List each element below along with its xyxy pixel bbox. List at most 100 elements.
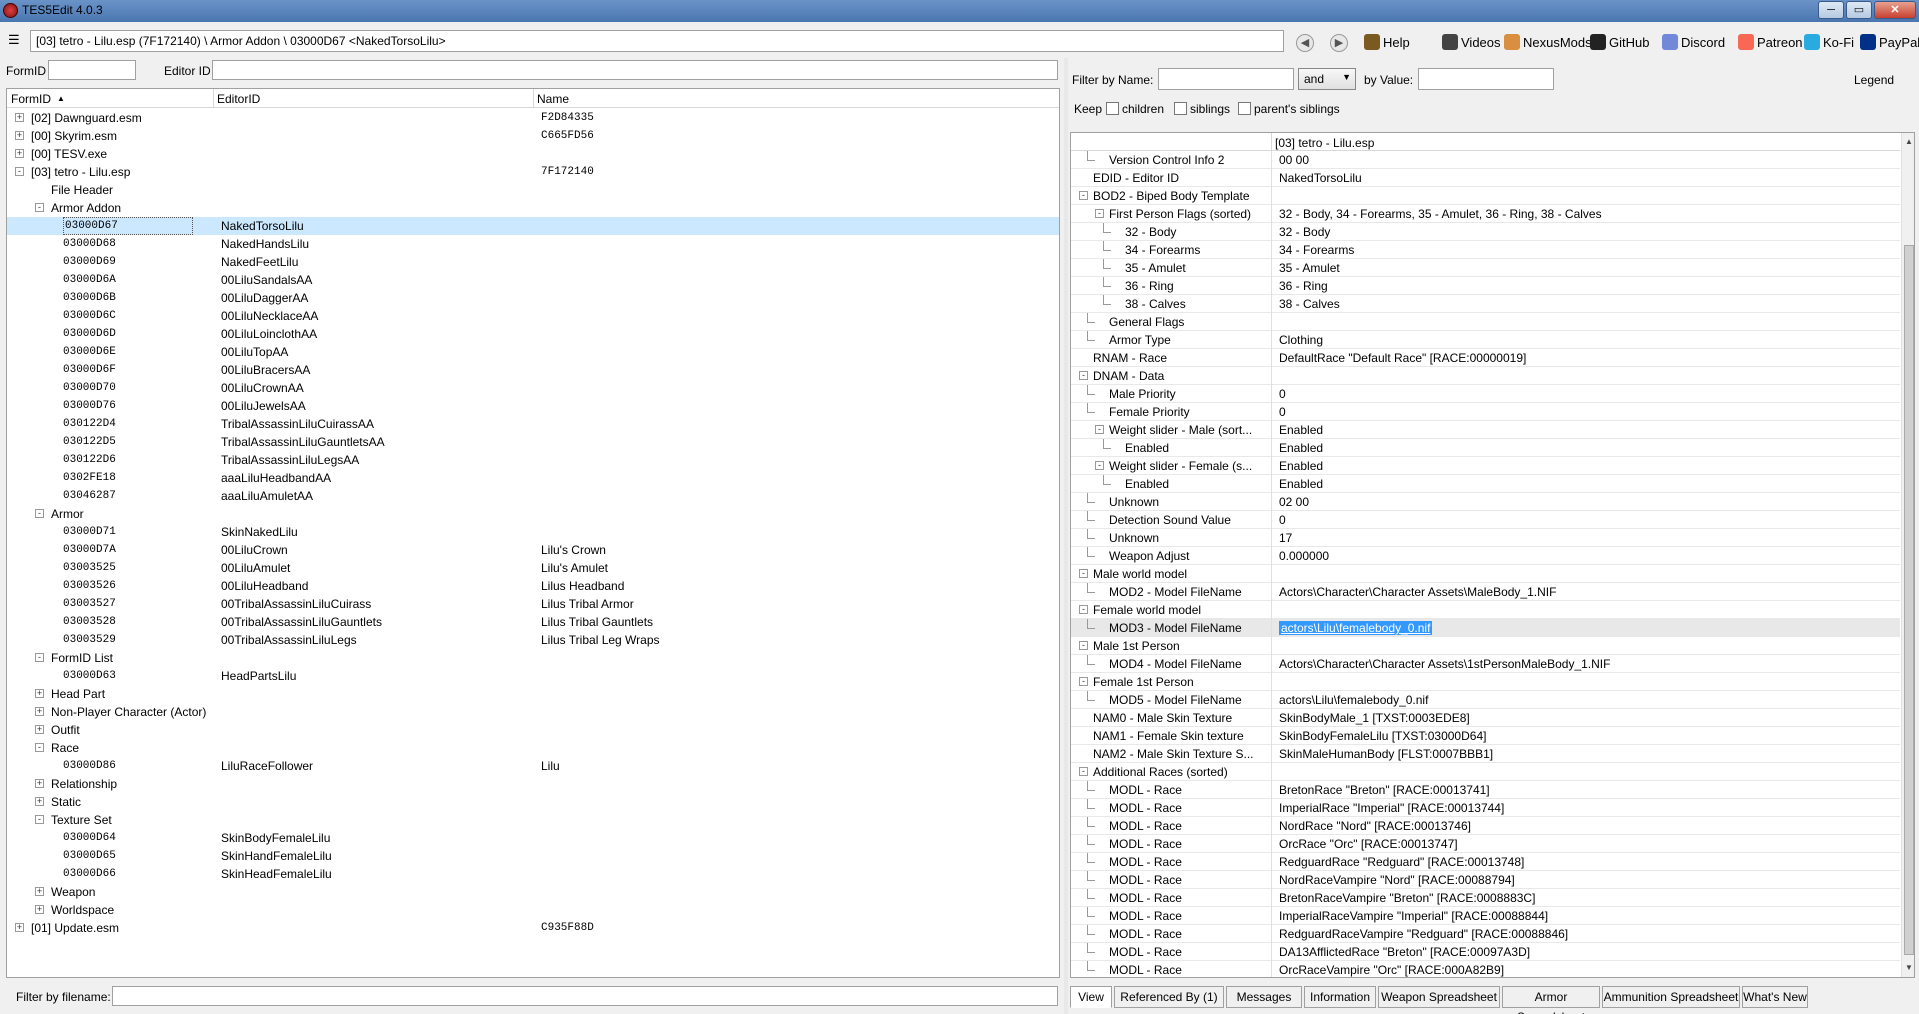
record-field-value[interactable]: Enabled	[1279, 421, 1323, 439]
link-ko-fi[interactable]: Ko-Fi	[1804, 33, 1854, 53]
record-field-value[interactable]: 17	[1279, 529, 1292, 547]
expand-icon[interactable]: +	[15, 923, 24, 932]
record-row[interactable]: MOD5 - Model FileName actors\Lilu\femaleb…	[1071, 691, 1900, 709]
back-icon[interactable]: ◀	[1296, 34, 1314, 52]
vertical-scrollbar[interactable]: ▲ ▼	[1901, 133, 1914, 977]
record-field-value[interactable]: actors\Lilu\femalebody_0.nif	[1279, 621, 1433, 635]
record-path-field[interactable]: [03] tetro - Lilu.esp (7F172140) \ Armor…	[30, 30, 1284, 52]
tree-row[interactable]: - Texture Set	[7, 811, 1059, 829]
tree-row[interactable]: + Static	[7, 793, 1059, 811]
tab-information[interactable]: Information	[1304, 986, 1376, 1008]
record-row[interactable]: 36 - Ring 36 - Ring	[1071, 277, 1900, 295]
link-help[interactable]: Help	[1364, 33, 1410, 53]
record-row[interactable]: 38 - Calves 38 - Calves	[1071, 295, 1900, 313]
record-field-value[interactable]: Enabled	[1279, 475, 1323, 493]
tree-row[interactable]: + Weapon	[7, 883, 1059, 901]
record-row[interactable]: Detection Sound Value 0	[1071, 511, 1900, 529]
tree-row[interactable]: 03003529 00TribalAssassinLiluLegs Lilus Tr…	[7, 631, 1059, 649]
record-field-value[interactable]: 32 - Body, 34 - Forearms, 35 - Amulet, 3…	[1279, 205, 1602, 223]
keep-parent-siblings-checkbox[interactable]: parent's siblings	[1238, 102, 1340, 116]
menu-icon[interactable]: ☰	[8, 33, 20, 47]
record-row[interactable]: MODL - Race OrcRace "Orc" [RACE:00013747]	[1071, 835, 1900, 853]
collapse-icon[interactable]: -	[35, 509, 44, 518]
tree-row[interactable]: - Armor Addon	[7, 199, 1059, 217]
collapse-icon[interactable]: -	[1079, 569, 1088, 578]
record-row[interactable]: MOD3 - Model FileName actors\Lilu\femaleb…	[1071, 619, 1900, 637]
record-field-value[interactable]: ImperialRaceVampire "Imperial" [RACE:000…	[1279, 907, 1548, 925]
file-column-header[interactable]: [03] tetro - Lilu.esp	[1275, 136, 1374, 150]
column-editorid[interactable]: EditorID	[217, 92, 260, 106]
collapse-icon[interactable]: -	[35, 743, 44, 752]
record-row[interactable]: - Female world model	[1071, 601, 1900, 619]
tree-row[interactable]: File Header	[7, 181, 1059, 199]
expand-icon[interactable]: +	[35, 689, 44, 698]
record-row[interactable]: Unknown 02 00	[1071, 493, 1900, 511]
record-row[interactable]: - BOD2 - Biped Body Template	[1071, 187, 1900, 205]
record-field-value[interactable]: RedguardRace "Redguard" [RACE:00013748]	[1279, 853, 1524, 871]
record-row[interactable]: Enabled Enabled	[1071, 439, 1900, 457]
tree-row[interactable]: 03000D6F 00LiluBracersAA	[7, 361, 1059, 379]
record-row[interactable]: - DNAM - Data	[1071, 367, 1900, 385]
tree-row[interactable]: 03000D6B 00LiluDaggerAA	[7, 289, 1059, 307]
collapse-icon[interactable]: -	[1079, 641, 1088, 650]
column-name[interactable]: Name	[537, 92, 569, 106]
record-row[interactable]: MODL - Race BretonRaceVampire "Breton" [R…	[1071, 889, 1900, 907]
link-nexusmods[interactable]: NexusMods	[1504, 33, 1592, 53]
link-videos[interactable]: Videos	[1442, 33, 1501, 53]
filter-value-input[interactable]	[1418, 68, 1554, 90]
tree-row[interactable]: 03000D63 HeadPartsLilu	[7, 667, 1059, 685]
tree-row[interactable]: + [00] TESV.exe	[7, 145, 1059, 163]
record-row[interactable]: 34 - Forearms 34 - Forearms	[1071, 241, 1900, 259]
record-field-value[interactable]: 0	[1279, 385, 1286, 403]
tab-what-s-new[interactable]: What's New	[1742, 986, 1808, 1008]
tab-ammunition-spreadsheet[interactable]: Ammunition Spreadsheet	[1602, 986, 1740, 1008]
collapse-icon[interactable]: -	[35, 653, 44, 662]
collapse-icon[interactable]: -	[35, 203, 44, 212]
collapse-icon[interactable]: -	[1095, 425, 1104, 434]
record-field-value[interactable]: 32 - Body	[1279, 223, 1330, 241]
record-row[interactable]: - Weight slider - Female (s... Enabled	[1071, 457, 1900, 475]
editorid-input[interactable]	[212, 60, 1058, 80]
keep-children-checkbox[interactable]: children	[1106, 102, 1164, 116]
record-field-value[interactable]: Actors\Character\Character Assets\1stPer…	[1279, 655, 1610, 673]
record-field-value[interactable]: SkinBodyMale_1 [TXST:0003EDE8]	[1279, 709, 1470, 727]
collapse-icon[interactable]: -	[1079, 371, 1088, 380]
record-field-value[interactable]: OrcRace "Orc" [RACE:00013747]	[1279, 835, 1458, 853]
record-field-value[interactable]: 0	[1279, 511, 1286, 529]
tree-row[interactable]: 03000D69 NakedFeetLilu	[7, 253, 1059, 271]
expand-icon[interactable]: +	[15, 149, 24, 158]
expand-icon[interactable]: +	[35, 707, 44, 716]
record-field-value[interactable]: BretonRaceVampire "Breton" [RACE:0008883…	[1279, 889, 1535, 907]
tree-row[interactable]: 03000D7A 00LiluCrown Lilu's Crown	[7, 541, 1059, 559]
record-row[interactable]: EDID - Editor ID NakedTorsoLilu	[1071, 169, 1900, 187]
record-field-value[interactable]: 0.000000	[1279, 547, 1329, 565]
tree-row[interactable]: 03000D6A 00LiluSandalsAA	[7, 271, 1059, 289]
close-button[interactable]: ✕	[1874, 1, 1916, 19]
tree-row[interactable]: - Race	[7, 739, 1059, 757]
expand-icon[interactable]: +	[35, 779, 44, 788]
collapse-icon[interactable]: -	[1079, 767, 1088, 776]
column-formid[interactable]: FormID	[11, 92, 51, 106]
tree-row[interactable]: 03000D70 00LiluCrownAA	[7, 379, 1059, 397]
tree-row[interactable]: 0302FE18 aaaLiluHeadbandAA	[7, 469, 1059, 487]
expand-icon[interactable]: +	[35, 797, 44, 806]
record-row[interactable]: MOD4 - Model FileName Actors\Character\Ch…	[1071, 655, 1900, 673]
record-field-value[interactable]: SkinBodyFemaleLilu [TXST:03000D64]	[1279, 727, 1486, 745]
filter-name-input[interactable]	[1158, 68, 1294, 90]
record-field-value[interactable]: ImperialRace "Imperial" [RACE:00013744]	[1279, 799, 1504, 817]
link-patreon[interactable]: Patreon	[1738, 33, 1803, 53]
tree-row[interactable]: - Armor	[7, 505, 1059, 523]
record-row[interactable]: Unknown 17	[1071, 529, 1900, 547]
record-row[interactable]: 32 - Body 32 - Body	[1071, 223, 1900, 241]
expand-icon[interactable]: +	[35, 725, 44, 734]
record-row[interactable]: - Weight slider - Male (sort... Enabled	[1071, 421, 1900, 439]
forward-icon[interactable]: ▶	[1330, 34, 1348, 52]
record-row[interactable]: MODL - Race NordRace "Nord" [RACE:0001374…	[1071, 817, 1900, 835]
scroll-down-icon[interactable]: ▼	[1904, 963, 1914, 972]
tree-row[interactable]: + Head Part	[7, 685, 1059, 703]
record-row[interactable]: Male Priority 0	[1071, 385, 1900, 403]
minimize-button[interactable]: ─	[1818, 1, 1844, 19]
collapse-icon[interactable]: -	[1079, 191, 1088, 200]
record-field-value[interactable]: NordRaceVampire "Nord" [RACE:00088794]	[1279, 871, 1515, 889]
tab-armor-spreadsheet[interactable]: Armor Spreadsheet	[1502, 986, 1600, 1014]
